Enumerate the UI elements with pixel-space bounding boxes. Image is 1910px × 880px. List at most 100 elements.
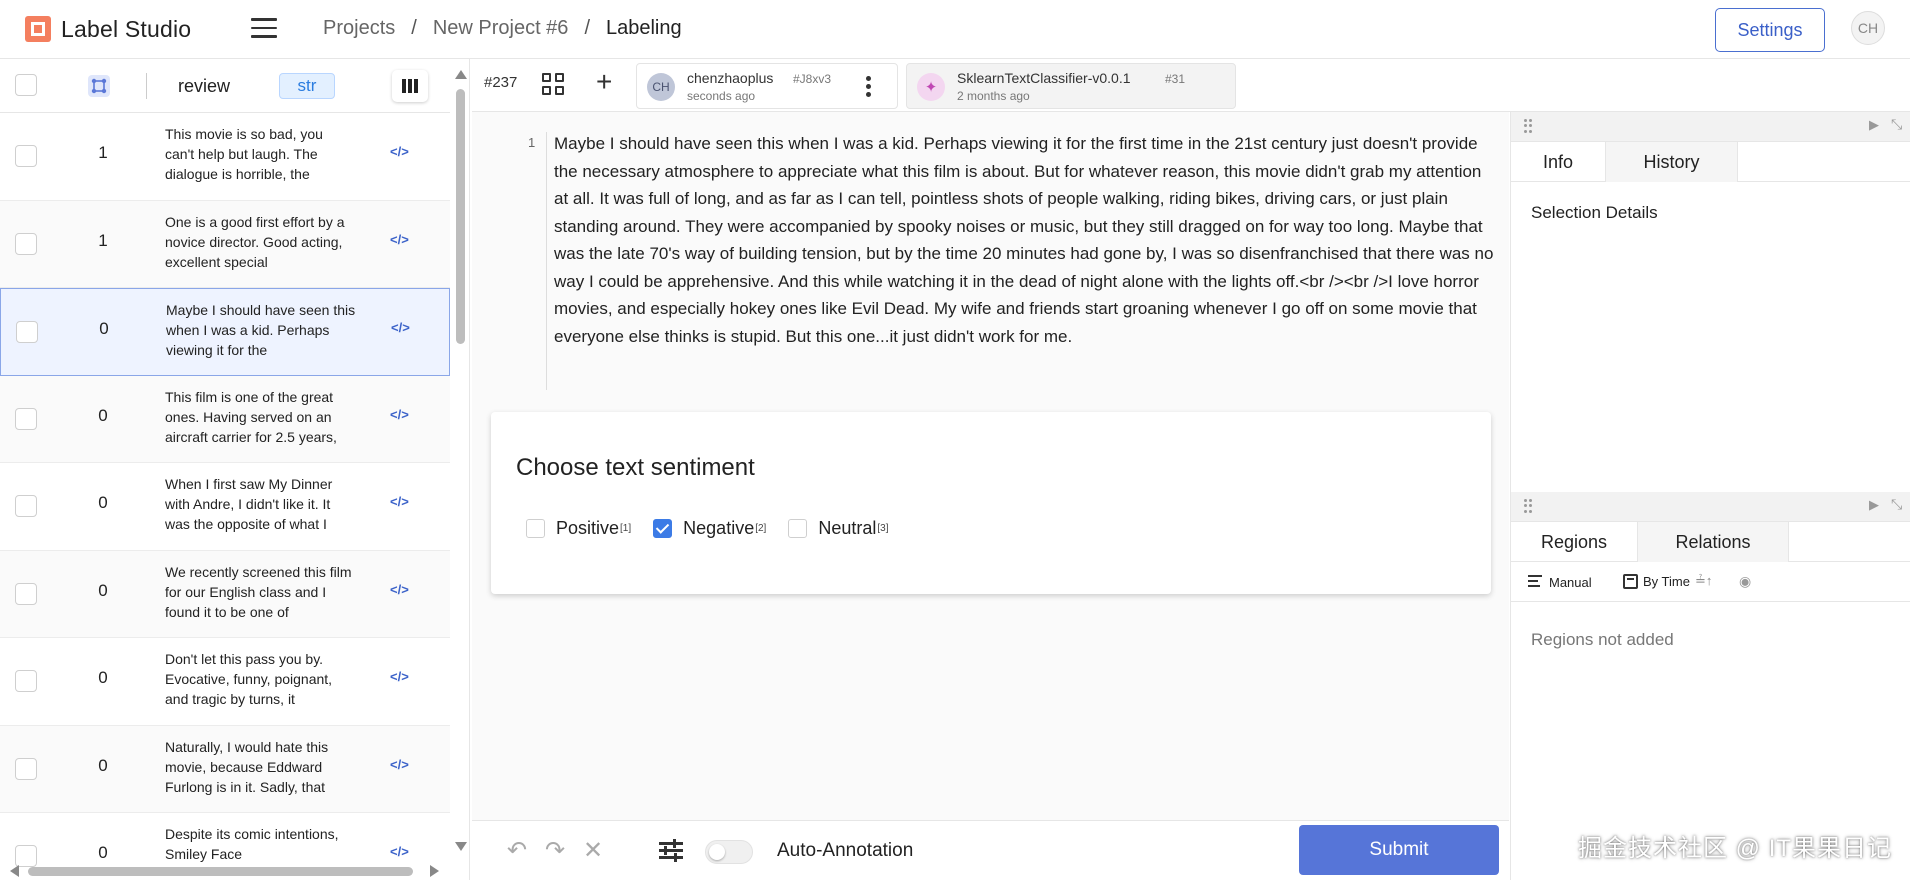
prediction-tab[interactable]: ✦ SklearnTextClassifier-v0.0.1 #31 2 mon… — [906, 63, 1236, 109]
row-checkbox[interactable] — [15, 407, 37, 430]
submit-button[interactable]: Submit — [1299, 825, 1499, 875]
right-sidebar: ▶ ⤡ Info History Selection Details ▶ ⤡ R… — [1510, 112, 1910, 880]
row-review-text: When I first saw My Dinner with Andre, I… — [165, 476, 333, 532]
scroll-up-arrow-icon[interactable] — [455, 70, 467, 79]
choice-negative[interactable]: Negative [2] — [653, 518, 766, 539]
breadcrumb-separator: / — [411, 17, 417, 39]
labeling-area: 1 Maybe I should have seen this when I w… — [472, 112, 1509, 820]
row-review-text: One is a good first effort by a novice d… — [165, 213, 345, 270]
collapse-panel-icon[interactable]: ▶ — [1869, 497, 1879, 513]
choice-neutral[interactable]: Neutral [3] — [788, 518, 888, 539]
table-row[interactable]: 0 When I first saw My Dinner with Andre,… — [0, 463, 450, 551]
line-divider — [546, 132, 547, 390]
code-icon[interactable]: </> — [390, 144, 409, 159]
breadcrumb-project[interactable]: New Project #6 — [433, 17, 569, 40]
code-icon[interactable]: </> — [390, 669, 409, 684]
annotator-avatar: CH — [647, 73, 675, 101]
choice-label: Neutral — [818, 518, 877, 538]
drag-handle-icon[interactable] — [1524, 119, 1532, 133]
sort-by-time-button[interactable]: By Time ≟↑ — [1623, 573, 1712, 589]
code-icon[interactable]: </> — [390, 844, 409, 859]
auto-annotation-toggle[interactable] — [705, 840, 753, 864]
code-icon[interactable]: </> — [390, 232, 409, 247]
app-logo[interactable]: Label Studio — [24, 15, 191, 43]
tab-info[interactable]: Info — [1511, 142, 1605, 182]
settings-sliders-icon[interactable] — [659, 839, 683, 862]
scroll-down-arrow-icon[interactable] — [455, 842, 467, 851]
row-review-text: This movie is so bad, you can't help but… — [165, 126, 323, 182]
column-divider — [146, 73, 147, 99]
choice-positive[interactable]: Positive [1] — [526, 518, 631, 539]
row-label-value: 0 — [98, 843, 108, 862]
review-column-header[interactable]: review — [178, 76, 230, 97]
choice-label: Positive — [556, 518, 620, 538]
row-checkbox[interactable] — [15, 582, 37, 605]
data-manager-panel: review str 1 This movie is so bad, you c… — [0, 59, 470, 880]
neutral-checkbox[interactable] — [788, 519, 808, 538]
table-row[interactable]: 0 Naturally, I would hate this movie, be… — [0, 725, 450, 813]
table-row[interactable]: 1 This movie is so bad, you can't help b… — [0, 113, 450, 201]
horizontal-scrollbar[interactable] — [0, 863, 450, 879]
user-avatar[interactable]: CH — [1851, 11, 1885, 45]
more-options-icon[interactable] — [866, 76, 872, 100]
clock-icon — [1623, 573, 1638, 589]
drag-handle-icon[interactable] — [1524, 499, 1532, 513]
annotator-name: chenzhaoplus — [687, 70, 774, 86]
manual-order-button[interactable]: Manual — [1528, 575, 1592, 590]
hamburger-menu-icon[interactable] — [251, 18, 277, 40]
code-icon[interactable]: </> — [390, 407, 409, 422]
undo-icon[interactable]: ↶ — [504, 837, 530, 864]
expand-panel-icon[interactable]: ⤡ — [1891, 496, 1902, 513]
annotation-tab[interactable]: CH chenzhaoplus #J8xv3 seconds ago — [636, 63, 898, 109]
table-row-selected[interactable]: 0 Maybe I should have seen this when I w… — [0, 288, 450, 376]
table-row[interactable]: 0 Don't let this pass you by. Evocative,… — [0, 638, 450, 726]
scroll-right-arrow-icon[interactable] — [430, 865, 439, 877]
table-row[interactable]: 0 We recently screened this film for our… — [0, 550, 450, 638]
annotation-id: #J8xv3 — [793, 72, 832, 86]
select-all-checkbox[interactable] — [15, 74, 37, 96]
tab-history[interactable]: History — [1605, 142, 1738, 182]
breadcrumb: Projects / New Project #6 / Labeling — [323, 17, 682, 40]
row-checkbox[interactable] — [15, 670, 37, 692]
scrollbar-thumb[interactable] — [28, 867, 413, 876]
tab-regions[interactable]: Regions — [1511, 522, 1637, 562]
list-icon — [1528, 575, 1542, 590]
regions-relations-tabs: Regions Relations — [1511, 522, 1910, 562]
row-label-value: 0 — [98, 755, 108, 775]
add-annotation-button[interactable]: + — [596, 67, 612, 97]
code-icon[interactable]: </> — [390, 494, 409, 509]
scroll-left-arrow-icon[interactable] — [10, 865, 19, 877]
row-checkbox[interactable] — [15, 495, 37, 517]
columns-toggle-button[interactable] — [392, 70, 428, 102]
grid-view-icon[interactable] — [542, 73, 564, 95]
collapse-panel-icon[interactable]: ▶ — [1869, 117, 1879, 133]
row-label-value: 0 — [98, 580, 108, 600]
row-checkbox[interactable] — [15, 232, 37, 255]
row-checkbox[interactable] — [16, 321, 38, 343]
sentiment-choices-card: Choose text sentiment Positive [1] Negat… — [491, 412, 1491, 594]
settings-button[interactable]: Settings — [1715, 8, 1825, 52]
tab-relations[interactable]: Relations — [1637, 522, 1789, 562]
reset-icon[interactable]: ✕ — [580, 837, 606, 864]
sort-order-icon[interactable]: ≟↑ — [1695, 573, 1712, 589]
row-label-value: 0 — [98, 405, 108, 425]
positive-checkbox[interactable] — [526, 519, 545, 538]
negative-checkbox[interactable] — [653, 519, 673, 538]
row-checkbox[interactable] — [15, 757, 37, 780]
code-icon[interactable]: </> — [390, 582, 409, 597]
panel-header: ▶ ⤡ — [1511, 492, 1910, 522]
code-icon[interactable]: </> — [390, 757, 409, 772]
breadcrumb-projects[interactable]: Projects — [323, 17, 395, 40]
code-icon[interactable]: </> — [391, 320, 410, 335]
expand-panel-icon[interactable]: ⤡ — [1891, 116, 1902, 133]
row-checkbox[interactable] — [15, 145, 37, 167]
table-row[interactable]: 0 This film is one of the great ones. Ha… — [0, 375, 450, 463]
redo-icon[interactable]: ↷ — [542, 837, 568, 864]
task-text[interactable]: Maybe I should have seen this when I was… — [554, 130, 1494, 350]
table-row[interactable]: 1 One is a good first effort by a novice… — [0, 200, 450, 288]
id-column-icon[interactable] — [88, 75, 110, 97]
row-review-text: This film is one of the great ones. Havi… — [165, 388, 337, 445]
vertical-scrollbar[interactable] — [452, 59, 468, 859]
visibility-icon[interactable]: ◉ — [1739, 573, 1751, 590]
scrollbar-thumb[interactable] — [456, 89, 465, 344]
